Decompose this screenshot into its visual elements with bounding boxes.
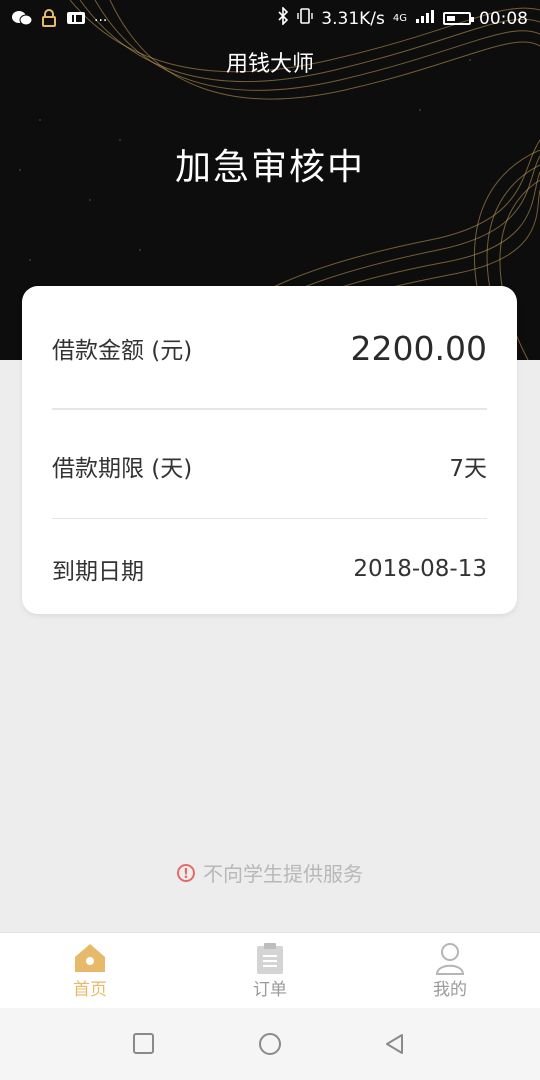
app-title: 用钱大师 bbox=[225, 52, 314, 77]
system-nav-bar bbox=[0, 1008, 540, 1080]
clock: 00:08 bbox=[479, 8, 528, 29]
loan-term-label: 借款期限 (天) bbox=[52, 456, 193, 482]
wechat-icon bbox=[12, 10, 33, 31]
due-date-row: 到期日期 2018-08-13 bbox=[52, 549, 487, 589]
tab-home[interactable]: 首页 bbox=[40, 941, 140, 1000]
tab-home-label: 首页 bbox=[73, 980, 107, 1000]
loan-amount-row: 借款金额 (元) 2200.00 bbox=[52, 328, 487, 368]
vpn-lock-icon bbox=[40, 9, 58, 32]
notice-text: 不向学生提供服务 bbox=[203, 862, 363, 886]
more-notifications-icon: ··· bbox=[94, 12, 108, 29]
clipboard-icon bbox=[220, 941, 320, 975]
vibrate-icon bbox=[297, 7, 313, 30]
status-bar: ··· 3.31K/s 4G 00:08 bbox=[0, 0, 540, 38]
circle-icon bbox=[259, 1033, 281, 1055]
tab-mine-label: 我的 bbox=[433, 980, 467, 1000]
tab-orders[interactable]: 订单 bbox=[220, 941, 320, 1000]
loan-details-card: 借款金额 (元) 2200.00 借款期限 (天) 7天 到期日期 2018-0… bbox=[22, 286, 517, 614]
divider bbox=[52, 518, 487, 519]
loan-amount-value: 2200.00 bbox=[350, 328, 487, 368]
home-button[interactable] bbox=[257, 1031, 283, 1061]
due-date-value: 2018-08-13 bbox=[353, 556, 487, 582]
network-type: 4G bbox=[392, 13, 407, 24]
home-icon bbox=[40, 941, 140, 975]
review-status-title: 加急审核中 bbox=[174, 147, 365, 188]
back-button[interactable] bbox=[383, 1032, 407, 1060]
back-triangle-icon bbox=[386, 1034, 403, 1054]
bluetooth-icon bbox=[277, 6, 289, 30]
loan-amount-label: 借款金额 (元) bbox=[52, 338, 193, 364]
bottom-tab-bar: 首页 订单 我的 bbox=[0, 932, 540, 1009]
loan-term-row: 借款期限 (天) 7天 bbox=[52, 446, 487, 486]
square-icon bbox=[133, 1033, 154, 1054]
warning-circle-icon: ! bbox=[177, 863, 195, 882]
network-speed: 3.31K/s bbox=[321, 8, 385, 29]
recent-apps-button[interactable] bbox=[132, 1032, 156, 1060]
loan-term-value: 7天 bbox=[449, 456, 487, 482]
signal-icon bbox=[415, 8, 435, 29]
divider bbox=[52, 408, 487, 410]
user-icon bbox=[400, 941, 500, 975]
tab-orders-label: 订单 bbox=[253, 980, 287, 1000]
battery-icon bbox=[443, 12, 474, 25]
student-notice: ! 不向学生提供服务 bbox=[0, 858, 540, 887]
tab-mine[interactable]: 我的 bbox=[400, 941, 500, 1000]
due-date-label: 到期日期 bbox=[52, 559, 144, 585]
app-notification-icon bbox=[66, 10, 86, 31]
